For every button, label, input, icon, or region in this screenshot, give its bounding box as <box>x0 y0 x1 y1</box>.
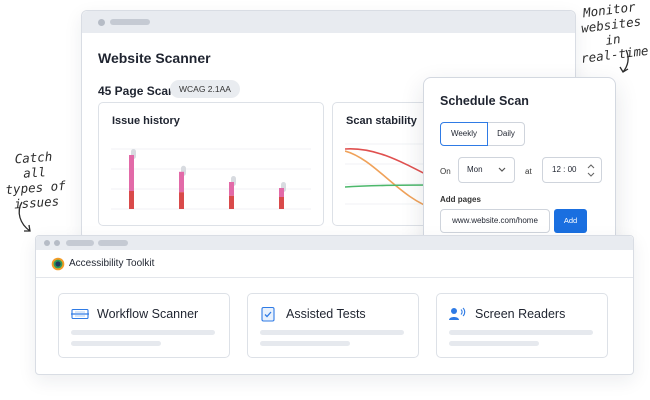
time-value: 12 : 00 <box>552 165 577 174</box>
page-title: Website Scanner <box>98 50 211 66</box>
bar-lower <box>279 197 284 209</box>
at-label: at <box>525 167 532 176</box>
window-titlebar <box>36 236 633 250</box>
assisted-tests-label: Assisted Tests <box>286 307 366 321</box>
add-page-button[interactable]: Add <box>554 209 587 233</box>
bar-lower <box>129 191 134 209</box>
bar-lower <box>229 195 234 209</box>
scan-label: 45 Page Scan <box>98 84 176 98</box>
bar-lower <box>179 192 184 209</box>
schedule-title: Schedule Scan <box>440 94 529 108</box>
placeholder-line <box>449 341 539 346</box>
scan-stability-chart <box>345 143 435 210</box>
bar-upper <box>279 188 284 197</box>
window-dot <box>54 240 60 246</box>
url-value: www.website.com/home <box>452 216 538 225</box>
window-dot <box>44 240 50 246</box>
frequency-daily-option[interactable]: Daily <box>487 122 525 146</box>
arrow-icon <box>18 201 31 232</box>
stepper-icon[interactable] <box>587 164 595 177</box>
screen-readers-label: Screen Readers <box>475 307 566 321</box>
series-line <box>345 184 435 188</box>
frequency-weekly-option[interactable]: Weekly <box>440 122 488 146</box>
toolkit-header: Accessibility Toolkit <box>36 250 633 278</box>
add-pages-label: Add pages <box>440 195 481 204</box>
toolkit-title: Accessibility Toolkit <box>69 258 155 269</box>
placeholder-line <box>449 330 593 335</box>
speaker-icon <box>449 307 466 320</box>
workflow-scanner-card[interactable]: Workflow Scanner <box>58 293 230 358</box>
window-dot <box>98 19 105 26</box>
titlebar-placeholder <box>110 19 150 25</box>
assisted-tests-card[interactable]: Assisted Tests <box>247 293 419 358</box>
window-titlebar <box>82 11 575 33</box>
day-value: Mon <box>467 165 483 174</box>
issue-history-card[interactable]: Issue history <box>98 102 324 226</box>
bar-upper <box>179 171 184 193</box>
placeholder-line <box>260 330 404 335</box>
scanner-icon <box>71 308 89 320</box>
bar-upper <box>129 155 134 191</box>
toolkit-logo-icon <box>51 257 65 271</box>
titlebar-placeholder <box>66 240 94 246</box>
placeholder-line <box>71 341 161 346</box>
issue-history-chart <box>111 148 311 210</box>
arrow-icon <box>619 49 629 73</box>
accessibility-toolkit-window: Accessibility Toolkit Workflow Scanner A… <box>35 235 634 375</box>
annotation-monitor: Monitor websites in real-time <box>580 0 650 66</box>
screen-readers-card[interactable]: Screen Readers <box>436 293 608 358</box>
issue-history-title: Issue history <box>112 115 180 127</box>
day-select[interactable]: Mon <box>458 157 515 183</box>
checklist-icon <box>261 306 275 322</box>
on-label: On <box>440 167 451 176</box>
wcag-badge: WCAG 2.1AA <box>170 80 240 98</box>
time-input[interactable]: 12 : 00 <box>542 157 602 183</box>
bar-upper <box>229 182 234 196</box>
chevron-down-icon <box>498 167 506 172</box>
series-line <box>345 150 435 210</box>
workflow-scanner-label: Workflow Scanner <box>97 307 199 321</box>
placeholder-line <box>260 341 350 346</box>
placeholder-line <box>71 330 215 335</box>
url-input[interactable]: www.website.com/home <box>440 209 550 233</box>
titlebar-placeholder <box>98 240 128 246</box>
scan-stability-title: Scan stability <box>346 115 417 127</box>
schedule-scan-dialog: Schedule Scan Weekly Daily On Mon at 12 … <box>423 77 616 252</box>
